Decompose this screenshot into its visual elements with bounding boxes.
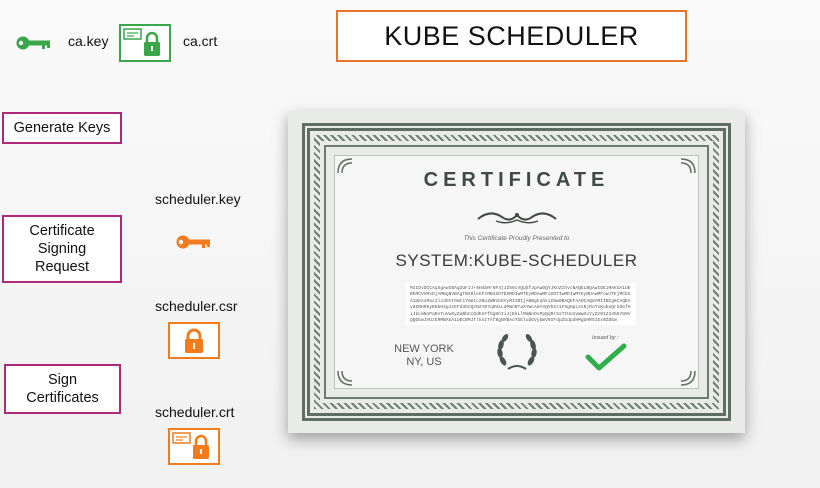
corner-ornament-icon (680, 370, 696, 386)
csr-label-line3: Request (34, 259, 89, 275)
ca-key-icon (16, 35, 52, 51)
csr-step: Certificate Signing Request (2, 215, 122, 283)
csr-label-line1: Certificate (29, 223, 95, 239)
location-line2: NY, US (406, 356, 442, 368)
scheduler-key-label: scheduler.key (155, 191, 241, 207)
certificate-location: NEW YORK NY, US (384, 343, 464, 369)
checkmark-icon (585, 343, 627, 371)
scheduler-key-icon (176, 234, 212, 250)
generate-keys-label: Generate Keys (13, 120, 111, 136)
scheduler-csr-label: scheduler.csr (155, 298, 238, 314)
sign-certificates-step: Sign Certificates (4, 364, 121, 414)
scheduler-crt-icon (168, 428, 220, 465)
certificate-document: CERTIFICATE This Certificate Proudly Pre… (288, 111, 745, 433)
sign-label-line2: Certificates (26, 390, 99, 406)
scheduler-crt-label: scheduler.crt (155, 404, 235, 420)
sign-label-line1: Sign (47, 372, 78, 388)
scheduler-csr-icon (168, 322, 220, 359)
ca-cert-label: ca.crt (183, 33, 218, 49)
generate-keys-step: Generate Keys (2, 112, 122, 144)
csr-label-line2: Signing (37, 241, 87, 257)
certificate-subtitle: This Certificate Proudly Presented to (463, 235, 570, 242)
ca-cert-icon (119, 24, 171, 62)
laurel-wreath-icon (497, 334, 537, 370)
certificate-heading: CERTIFICATE (423, 169, 610, 191)
certificate-key-text: MIIDvDCCAqSgAwIBAgIUFJJ+9H4bRrNF4jJZ56cV… (406, 283, 636, 325)
corner-ornament-icon (337, 370, 353, 386)
issued-by-label: Issued by : (592, 335, 619, 341)
location-line1: NEW YORK (394, 343, 454, 355)
certificate-recipient: SYSTEM:KUBE-SCHEDULER (395, 251, 638, 270)
ca-key-label: ca.key (68, 33, 109, 49)
page-title: KUBE SCHEDULER (336, 10, 687, 62)
flourish-ornament-icon (477, 212, 557, 224)
